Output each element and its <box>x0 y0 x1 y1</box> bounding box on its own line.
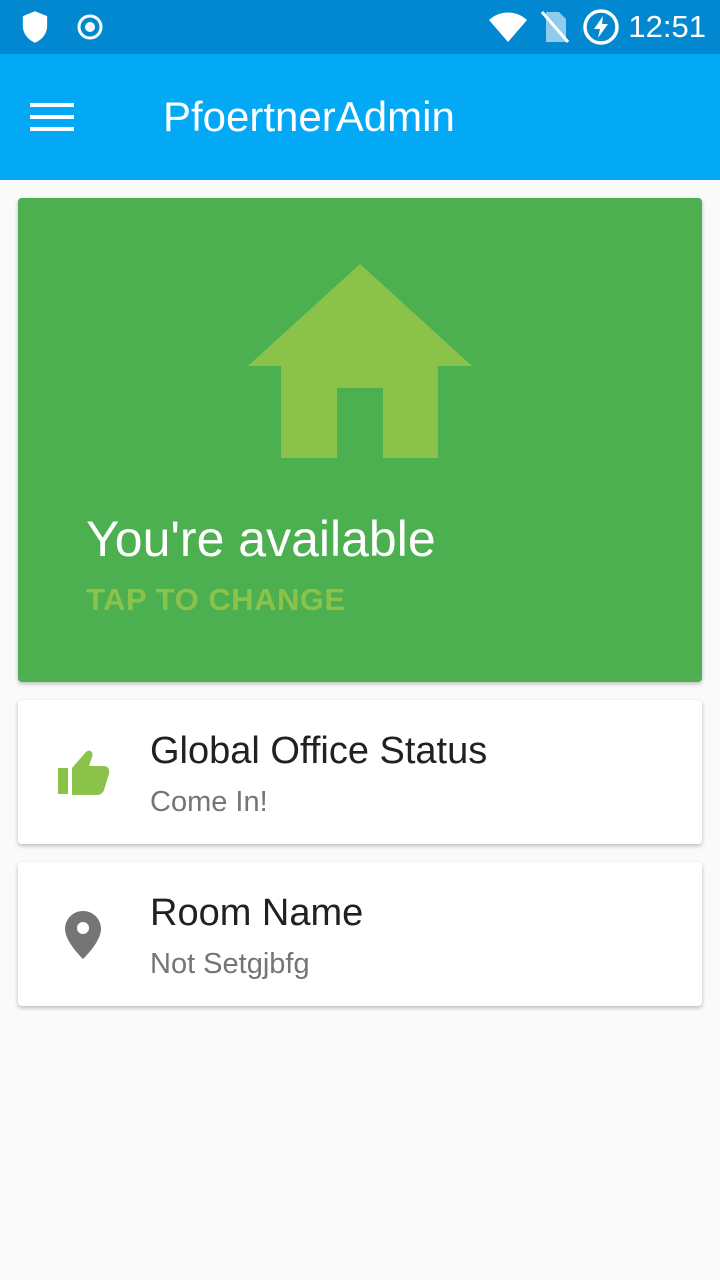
shield-icon <box>20 0 50 54</box>
availability-title: You're available <box>86 511 436 567</box>
app-title: PfoertnerAdmin <box>163 93 455 140</box>
clock: 12:51 <box>628 9 706 44</box>
thumb-up-icon <box>54 744 112 802</box>
availability-card[interactable]: You're available TAP TO CHANGE <box>18 198 702 682</box>
home-icon <box>248 264 472 458</box>
app-bar: PfoertnerAdmin <box>0 54 720 180</box>
office-status-card[interactable]: Global Office Status Come In! <box>18 700 702 844</box>
no-sim-icon <box>540 0 570 54</box>
room-name-title: Room Name <box>150 892 364 934</box>
office-status-value: Come In! <box>150 786 268 818</box>
room-name-card[interactable]: Room Name Not Setgjbfg <box>18 862 702 1006</box>
menu-button[interactable] <box>20 85 84 149</box>
office-status-title: Global Office Status <box>150 730 488 772</box>
wifi-icon <box>488 0 528 54</box>
location-pin-icon <box>54 906 112 964</box>
menu-icon <box>30 103 74 131</box>
sync-icon <box>76 0 104 54</box>
room-name-value: Not Setgjbfg <box>150 948 310 980</box>
battery-charging-icon <box>582 0 620 54</box>
status-bar: 12:51 <box>0 0 720 54</box>
tap-to-change-label[interactable]: TAP TO CHANGE <box>86 582 346 618</box>
